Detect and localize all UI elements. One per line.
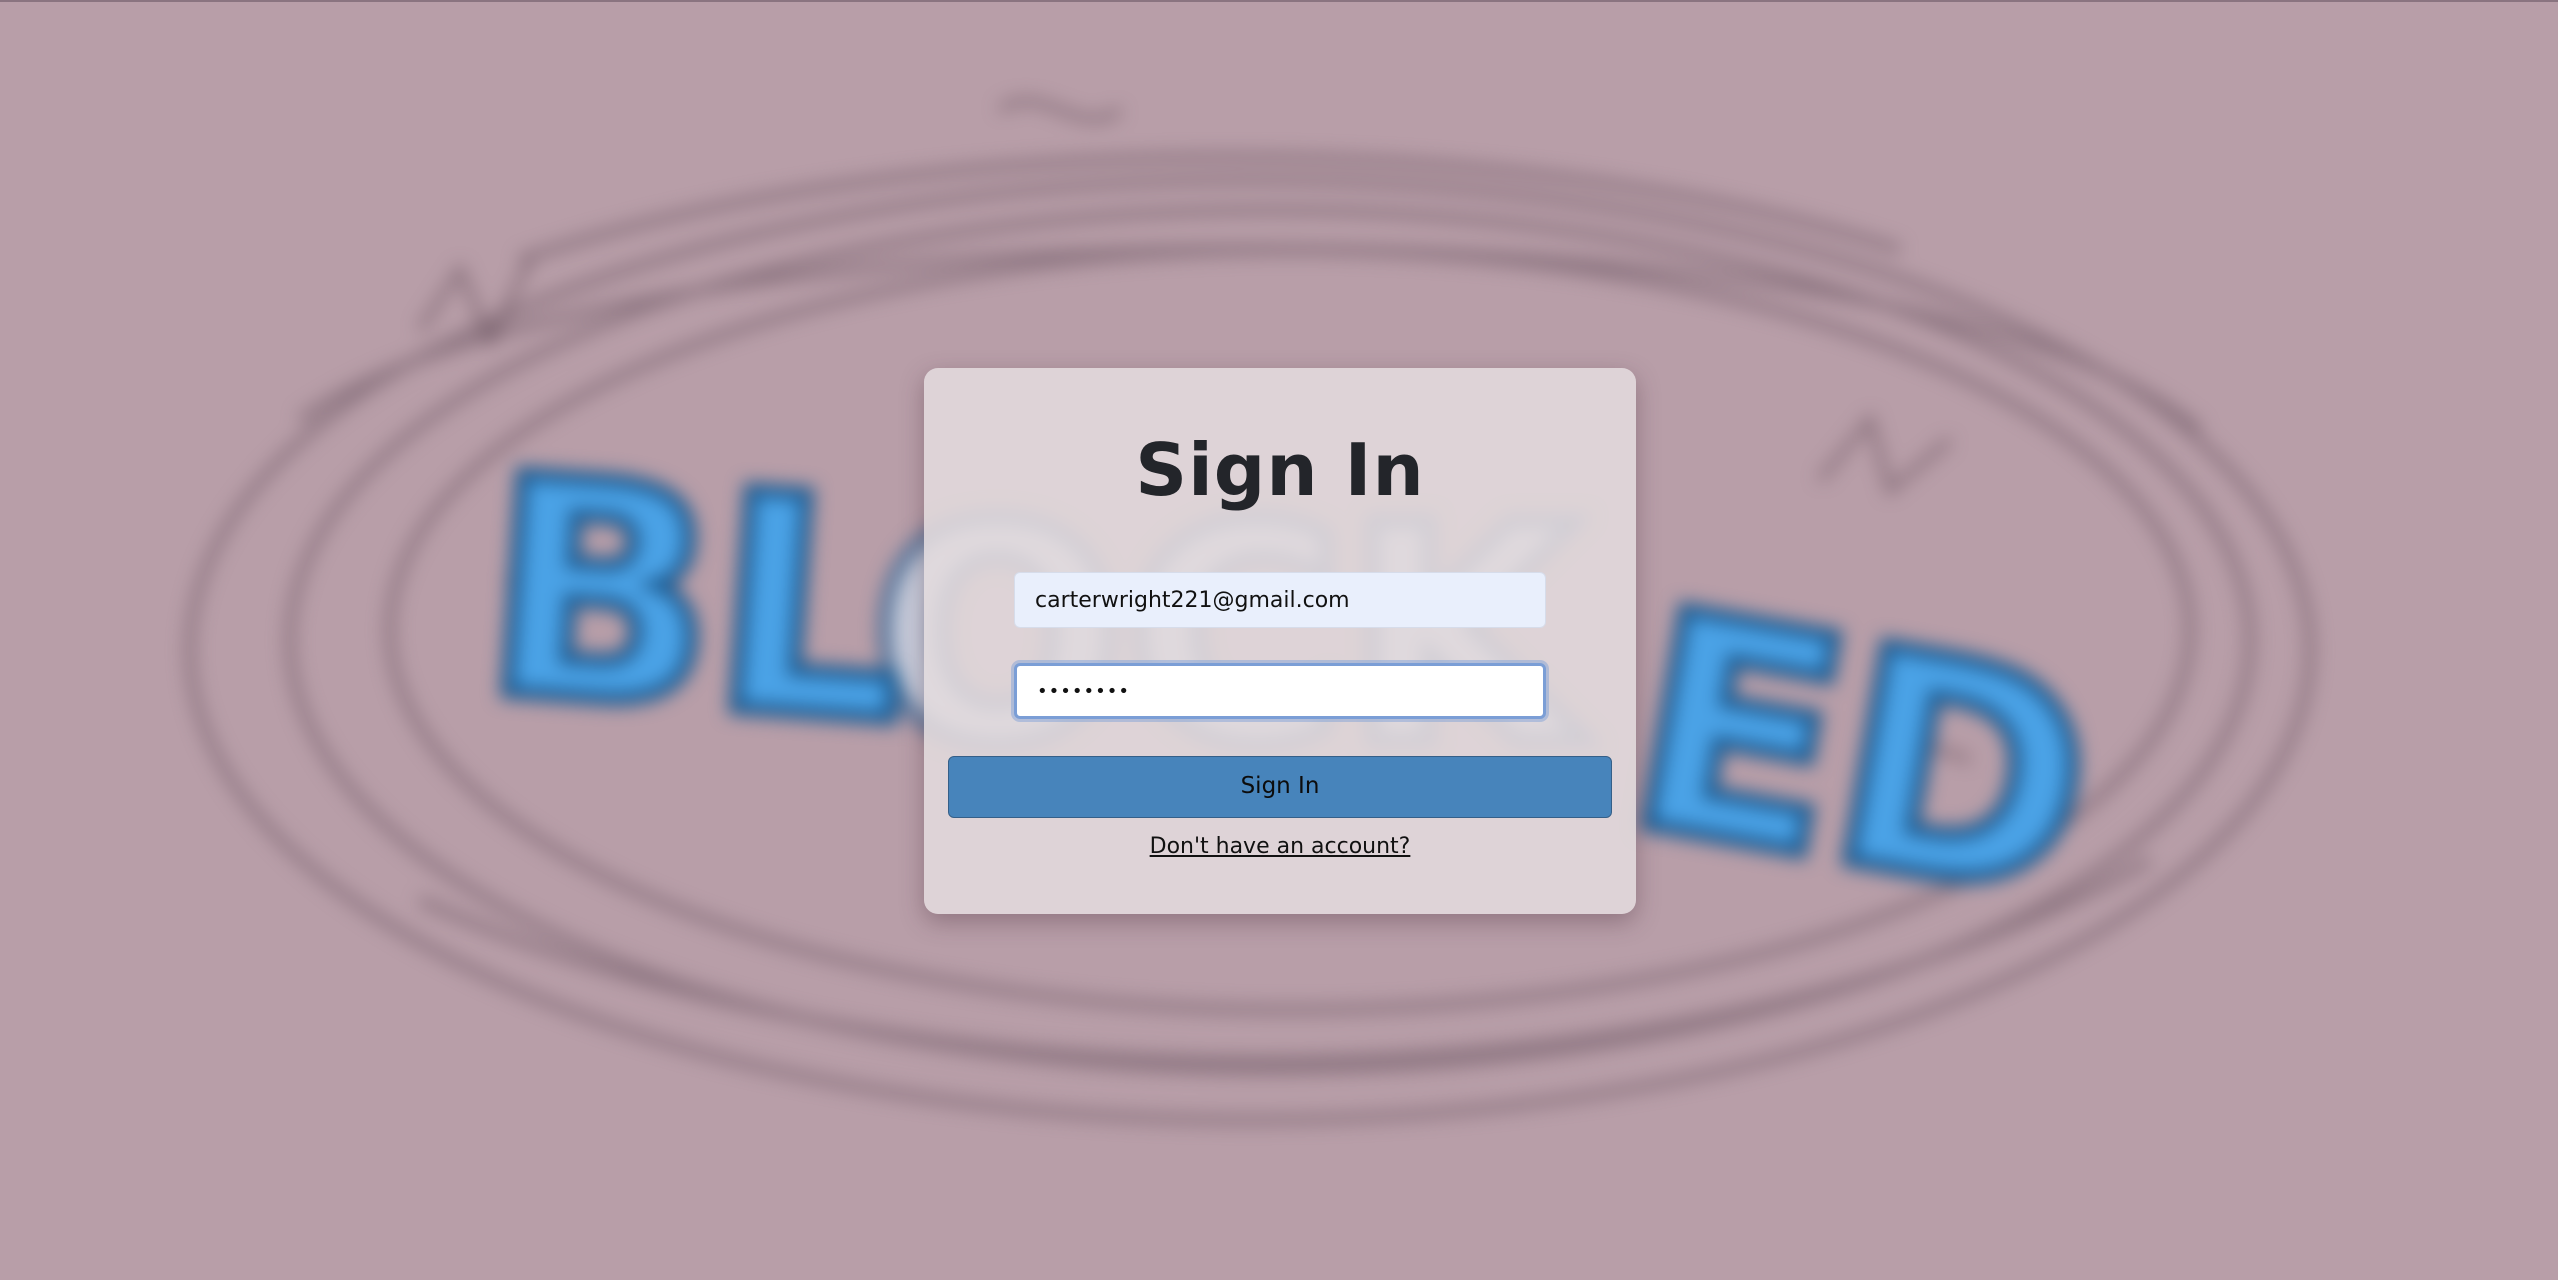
signup-link[interactable]: Don't have an account? (924, 834, 1636, 859)
top-border (0, 0, 2558, 2)
svg-text:BL: BL (475, 413, 918, 790)
svg-text:ED: ED (1608, 546, 2116, 969)
sign-in-button[interactable]: Sign In (948, 756, 1612, 818)
sign-in-card: Sign In Sign In Don't have an account? (924, 368, 1636, 914)
password-field[interactable] (1014, 663, 1546, 719)
email-field[interactable] (1014, 572, 1546, 628)
page-title: Sign In (1135, 428, 1425, 512)
